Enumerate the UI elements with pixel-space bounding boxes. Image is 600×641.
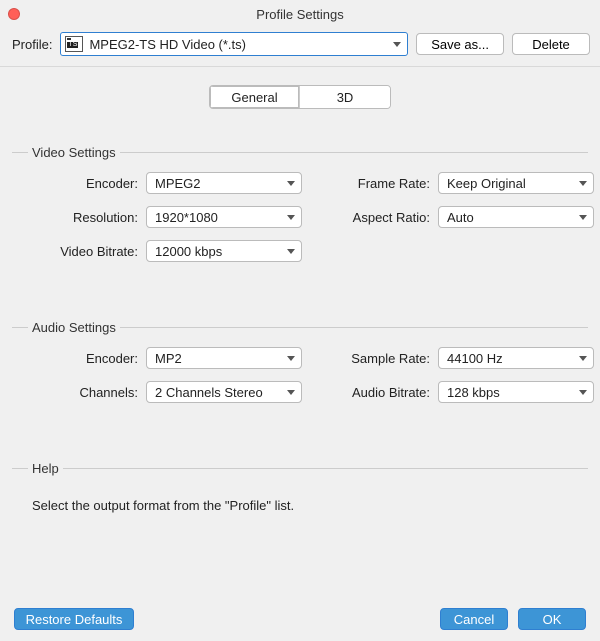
resolution-label: Resolution: (12, 210, 146, 225)
aspect-ratio-select[interactable]: Auto (438, 206, 594, 228)
chevron-down-icon (579, 390, 587, 395)
cancel-button[interactable]: Cancel (440, 608, 508, 630)
aspect-ratio-label: Aspect Ratio: (302, 210, 438, 225)
audio-settings-label: Audio Settings (32, 320, 116, 335)
help-label: Help (32, 461, 59, 476)
tab-3d[interactable]: 3D (300, 86, 390, 108)
channels-label: Channels: (12, 385, 146, 400)
profile-bar: Profile: MPEG2-TS HD Video (*.ts) Save a… (0, 28, 600, 67)
window-title: Profile Settings (0, 7, 600, 22)
chevron-down-icon (287, 181, 295, 186)
audio-settings-title: Audio Settings (12, 320, 588, 335)
chevron-down-icon (287, 249, 295, 254)
close-icon[interactable] (8, 8, 20, 20)
help-title: Help (12, 461, 588, 476)
video-settings-label: Video Settings (32, 145, 116, 160)
help-text: Select the output format from the "Profi… (12, 488, 588, 513)
sample-rate-select[interactable]: 44100 Hz (438, 347, 594, 369)
resolution-select[interactable]: 1920*1080 (146, 206, 302, 228)
video-encoder-value: MPEG2 (155, 176, 201, 191)
tab-general[interactable]: General (210, 86, 300, 108)
video-bitrate-label: Video Bitrate: (12, 244, 146, 259)
footer: Restore Defaults Cancel OK (0, 597, 600, 641)
profile-selected: MPEG2-TS HD Video (*.ts) (89, 37, 387, 52)
restore-defaults-button[interactable]: Restore Defaults (14, 608, 134, 630)
encoder-label: Encoder: (12, 176, 146, 191)
chevron-down-icon (579, 356, 587, 361)
video-bitrate-select[interactable]: 12000 kbps (146, 240, 302, 262)
audio-settings-grid: Encoder: MP2 Sample Rate: 44100 Hz Chann… (12, 347, 588, 403)
titlebar: Profile Settings (0, 0, 600, 28)
audio-encoder-value: MP2 (155, 351, 182, 366)
chevron-down-icon (579, 181, 587, 186)
frame-rate-value: Keep Original (447, 176, 526, 191)
save-as-button[interactable]: Save as... (416, 33, 504, 55)
video-bitrate-value: 12000 kbps (155, 244, 222, 259)
channels-select[interactable]: 2 Channels Stereo (146, 381, 302, 403)
audio-bitrate-select[interactable]: 128 kbps (438, 381, 594, 403)
content: Video Settings Encoder: MPEG2 Frame Rate… (0, 117, 600, 513)
channels-value: 2 Channels Stereo (155, 385, 263, 400)
chevron-down-icon (287, 215, 295, 220)
ts-file-icon (65, 36, 83, 52)
frame-rate-label: Frame Rate: (302, 176, 438, 191)
ok-button[interactable]: OK (518, 608, 586, 630)
audio-encoder-label: Encoder: (12, 351, 146, 366)
audio-bitrate-value: 128 kbps (447, 385, 500, 400)
sample-rate-value: 44100 Hz (447, 351, 503, 366)
audio-encoder-select[interactable]: MP2 (146, 347, 302, 369)
aspect-ratio-value: Auto (447, 210, 474, 225)
sample-rate-label: Sample Rate: (302, 351, 438, 366)
chevron-down-icon (393, 42, 401, 47)
chevron-down-icon (287, 356, 295, 361)
delete-button[interactable]: Delete (512, 33, 590, 55)
frame-rate-select[interactable]: Keep Original (438, 172, 594, 194)
audio-bitrate-label: Audio Bitrate: (302, 385, 438, 400)
chevron-down-icon (579, 215, 587, 220)
video-encoder-select[interactable]: MPEG2 (146, 172, 302, 194)
video-settings-title: Video Settings (12, 145, 588, 160)
chevron-down-icon (287, 390, 295, 395)
resolution-value: 1920*1080 (155, 210, 218, 225)
tab-row: General 3D (0, 67, 600, 117)
profile-select[interactable]: MPEG2-TS HD Video (*.ts) (60, 32, 408, 56)
video-settings-grid: Encoder: MPEG2 Frame Rate: Keep Original… (12, 172, 588, 262)
tab-segment: General 3D (209, 85, 391, 109)
profile-label: Profile: (12, 37, 52, 52)
